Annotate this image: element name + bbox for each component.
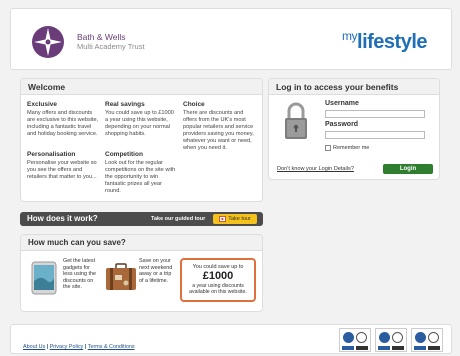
remember-me-label: Remember me: [333, 145, 370, 151]
feature-exclusive: Exclusive Many offers and discounts are …: [27, 101, 99, 138]
tour-icon: [219, 216, 227, 222]
login-panel: Log in to access your benefits Username …: [268, 78, 440, 180]
logo-line-1: Bath & Wells: [77, 32, 126, 42]
take-tour-label: Take tour: [228, 216, 251, 222]
savings-title: How much can you save?: [21, 235, 262, 251]
terms-link[interactable]: Terms & Conditions: [88, 344, 135, 350]
feature-text: Look out for the regular competitions on…: [105, 160, 176, 194]
feature-text: You could save up to £1000 a year using …: [105, 110, 174, 137]
password-input[interactable]: [325, 131, 425, 139]
how-it-works-title: How does it work?: [27, 214, 98, 223]
savings-panel: How much can you save? Get the latest ga…: [20, 234, 263, 312]
trust-logo-icon: [32, 26, 64, 58]
accreditation-badges: [339, 328, 443, 352]
feature-heading: Exclusive: [27, 101, 57, 108]
guided-tour-text: Take our guided tour: [151, 216, 206, 222]
savings-box-line-2: a year using discounts available on this…: [189, 283, 247, 295]
weekend-text: Save on your next weekend away or a trip…: [139, 258, 173, 284]
feature-competition: Competition Look out for the regular com…: [105, 151, 177, 195]
about-us-link[interactable]: About Us: [23, 344, 45, 350]
remember-me-checkbox[interactable]: [325, 145, 331, 151]
savings-amount: £1000: [202, 270, 234, 282]
feature-heading: Choice: [183, 101, 205, 108]
tablet-icon: [31, 261, 57, 295]
feature-text: Many offers and discounts are exclusive …: [27, 110, 99, 137]
welcome-title: Welcome: [21, 79, 262, 95]
welcome-panel: Welcome Exclusive Many offers and discou…: [20, 78, 263, 202]
username-input[interactable]: [325, 110, 425, 118]
savings-highlight-box: You could save up to £1000 a year using …: [180, 258, 256, 302]
trust-logo-text: Bath & Wells Multi Academy Trust: [77, 32, 145, 52]
take-tour-button[interactable]: Take tour: [213, 214, 257, 224]
forgot-login-link[interactable]: Don't know your Login Details?: [277, 166, 354, 172]
feature-choice: Choice There are discounts and offers fr…: [183, 101, 255, 152]
feature-heading: Competition: [105, 151, 143, 158]
padlock-icon: [285, 102, 307, 139]
brand-main: lifestyle: [357, 31, 427, 53]
accreditation-badge-icon: [339, 328, 371, 352]
username-label: Username: [325, 100, 359, 107]
feature-heading: Real savings: [105, 101, 145, 108]
brand-prefix: my: [342, 29, 358, 43]
accreditation-badge-icon: [375, 328, 407, 352]
feature-real-savings: Real savings You could save up to £1000 …: [105, 101, 177, 138]
mylifestyle-logo[interactable]: mylifestyle: [342, 29, 427, 54]
login-button[interactable]: Login: [383, 164, 433, 174]
how-it-works-bar: How does it work? Take our guided tour T…: [20, 212, 263, 226]
site-footer: About Us | Privacy Policy | Terms & Cond…: [10, 324, 452, 354]
feature-heading: Personalisation: [27, 151, 76, 158]
feature-text: There are discounts and offers from the …: [183, 110, 254, 151]
feature-personalisation: Personalisation Personalise your website…: [27, 151, 99, 181]
login-title: Log in to access your benefits: [269, 79, 439, 95]
accreditation-badge-icon: [411, 328, 443, 352]
privacy-policy-link[interactable]: Privacy Policy: [50, 344, 84, 350]
logo-line-2: Multi Academy Trust: [77, 42, 145, 51]
feature-text: Personalise your website so you see the …: [27, 160, 97, 180]
remember-me: Remember me: [325, 145, 369, 151]
site-header: Bath & Wells Multi Academy Trust mylifes…: [10, 8, 452, 70]
password-label: Password: [325, 121, 359, 128]
suitcase-icon: [106, 263, 136, 290]
footer-links: About Us | Privacy Policy | Terms & Cond…: [23, 344, 135, 350]
gadgets-text: Get the latest gadgets for less using th…: [63, 258, 96, 290]
